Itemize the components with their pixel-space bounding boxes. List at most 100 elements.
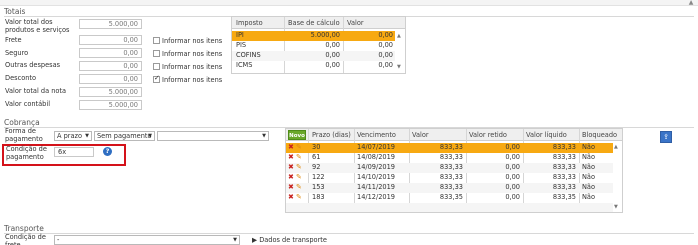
cell-prazo: 92 (312, 163, 321, 171)
select-value: - (57, 236, 60, 244)
label-desconto: Desconto (5, 74, 37, 82)
export-icon[interactable]: ⇪ (660, 131, 672, 143)
edit-icon[interactable]: ✎ (296, 193, 302, 202)
label-valor-total-produtos: Valor total dos produtos e serviços (5, 18, 70, 34)
edit-icon[interactable]: ✎ (296, 163, 302, 172)
cell-valor: 0,00 (378, 61, 393, 69)
field-valor-total-produtos[interactable]: 5.000,00 (79, 19, 142, 29)
cell-bloqueado: Não (582, 143, 596, 151)
cell-base: 5.000,00 (310, 31, 340, 39)
cell-valor: 833,35 (439, 193, 463, 201)
chevron-down-icon: ▼ (85, 133, 89, 139)
cell-bloqueado: Não (582, 153, 596, 161)
link-dados-transporte[interactable]: ▶ Dados de transporte (252, 236, 327, 244)
edit-icon[interactable]: ✎ (296, 143, 302, 152)
delete-icon[interactable]: ✖ (288, 193, 294, 202)
edit-icon[interactable]: ✎ (296, 173, 302, 182)
select-sem-pagamento[interactable]: Sem pagamento ▼ (94, 131, 155, 141)
cell-bloqueado: Não (582, 173, 596, 181)
cell-base: 0,00 (325, 41, 340, 49)
field-valor-total-nota: 5.000,00 (79, 87, 142, 97)
field-condicao-pagamento[interactable]: 6x (54, 147, 94, 157)
scroll-up-icon[interactable]: ▲ (614, 144, 618, 150)
checkbox-informar-frete[interactable] (153, 37, 160, 44)
chevron-down-icon: ▼ (148, 133, 152, 139)
cell-valor-retido: 0,00 (505, 163, 520, 171)
select-value: A prazo (57, 132, 83, 140)
delete-icon[interactable]: ✖ (288, 183, 294, 192)
imposto-grid-header: Imposto Base de cálculo Valor (232, 17, 405, 29)
cell-valor-retido: 0,00 (505, 143, 520, 151)
cell-vencimento: 14/07/2019 (357, 143, 396, 151)
scroll-up-icon[interactable]: ▲ (687, 0, 695, 6)
col-header-vencimento: Vencimento (357, 131, 396, 139)
checkbox-label: Informar nos itens (162, 37, 223, 45)
scroll-up-icon[interactable]: ▲ (397, 33, 401, 39)
cell-valor: 0,00 (378, 51, 393, 59)
checkbox-informar-outras[interactable] (153, 63, 160, 70)
parcelas-grid-header: Prazo (dias) Vencimento Valor Valor reti… (286, 129, 622, 141)
checkbox-informar-desconto[interactable] (153, 74, 160, 83)
scroll-down-icon[interactable]: ▼ (614, 204, 618, 210)
label-frete: Frete (5, 36, 22, 44)
delete-icon[interactable]: ✖ (288, 163, 294, 172)
field-seguro[interactable]: 0,00 (79, 48, 142, 58)
top-toolbar-strip (0, 0, 698, 6)
cell-prazo: 153 (312, 183, 325, 191)
chevron-down-icon: ▼ (233, 237, 237, 243)
col-header-prazo: Prazo (dias) (312, 131, 351, 139)
cell-bloqueado: Não (582, 193, 596, 201)
label-condicao-frete: Condição de frete (5, 233, 46, 245)
chevron-down-icon: ▼ (262, 133, 266, 139)
cell-valor-retido: 0,00 (505, 193, 520, 201)
delete-icon[interactable]: ✖ (288, 173, 294, 182)
select-extra[interactable]: ▼ (157, 131, 269, 141)
label-seguro: Seguro (5, 49, 29, 57)
col-header-valor: Valor (347, 19, 364, 27)
cell-valor: 833,33 (439, 143, 463, 151)
checkbox-label: Informar nos itens (162, 76, 223, 84)
cell-prazo: 183 (312, 193, 325, 201)
field-desconto[interactable]: 0,00 (79, 74, 142, 84)
novo-button[interactable]: Novo (288, 130, 306, 140)
delete-icon[interactable]: ✖ (288, 153, 294, 162)
cell-base: 0,00 (325, 51, 340, 59)
cell-valor: 0,00 (378, 31, 393, 39)
cell-prazo: 30 (312, 143, 321, 151)
cell-vencimento: 14/10/2019 (357, 173, 396, 181)
cell-valor-liquido: 833,33 (552, 143, 576, 151)
checkbox-informar-seguro[interactable] (153, 50, 160, 57)
cell-valor-retido: 0,00 (505, 173, 520, 181)
chevron-right-icon: ▶ (252, 236, 258, 244)
help-icon[interactable]: ? (103, 147, 112, 156)
select-forma-pagamento[interactable]: A prazo ▼ (54, 131, 92, 141)
scroll-down-icon[interactable]: ▼ (397, 64, 401, 70)
table-row[interactable] (286, 203, 613, 212)
col-header-imposto: Imposto (236, 19, 263, 27)
edit-icon[interactable]: ✎ (296, 153, 302, 162)
cell-valor-liquido: 833,33 (552, 183, 576, 191)
edit-icon[interactable]: ✎ (296, 183, 302, 192)
col-header-valor-retido: Valor retido (469, 131, 507, 139)
cell-valor-liquido: 833,33 (552, 163, 576, 171)
section-divider (4, 233, 694, 234)
cell-prazo: 61 (312, 153, 321, 161)
cell-bloqueado: Não (582, 183, 596, 191)
parcelas-grid: Prazo (dias) Vencimento Valor Valor reti… (285, 128, 623, 213)
cell-base: 0,00 (325, 61, 340, 69)
field-frete[interactable]: 0,00 (79, 35, 142, 45)
select-condicao-frete[interactable]: - ▼ (54, 235, 240, 245)
section-title-totais: Totais (4, 7, 26, 16)
delete-icon[interactable]: ✖ (288, 143, 294, 152)
cell-valor-liquido: 833,33 (552, 153, 576, 161)
col-header-valor: Valor (412, 131, 429, 139)
cell-valor: 833,33 (439, 173, 463, 181)
field-outras-despesas[interactable]: 0,00 (79, 61, 142, 71)
cell-valor: 833,33 (439, 163, 463, 171)
label-outras-despesas: Outras despesas (5, 61, 61, 69)
section-title-cobranca: Cobrança (4, 118, 40, 127)
col-header-bloqueado: Bloqueado (582, 131, 618, 139)
cell-valor-retido: 0,00 (505, 183, 520, 191)
cell-vencimento: 14/09/2019 (357, 163, 396, 171)
cell-imposto: IPI (236, 31, 244, 39)
